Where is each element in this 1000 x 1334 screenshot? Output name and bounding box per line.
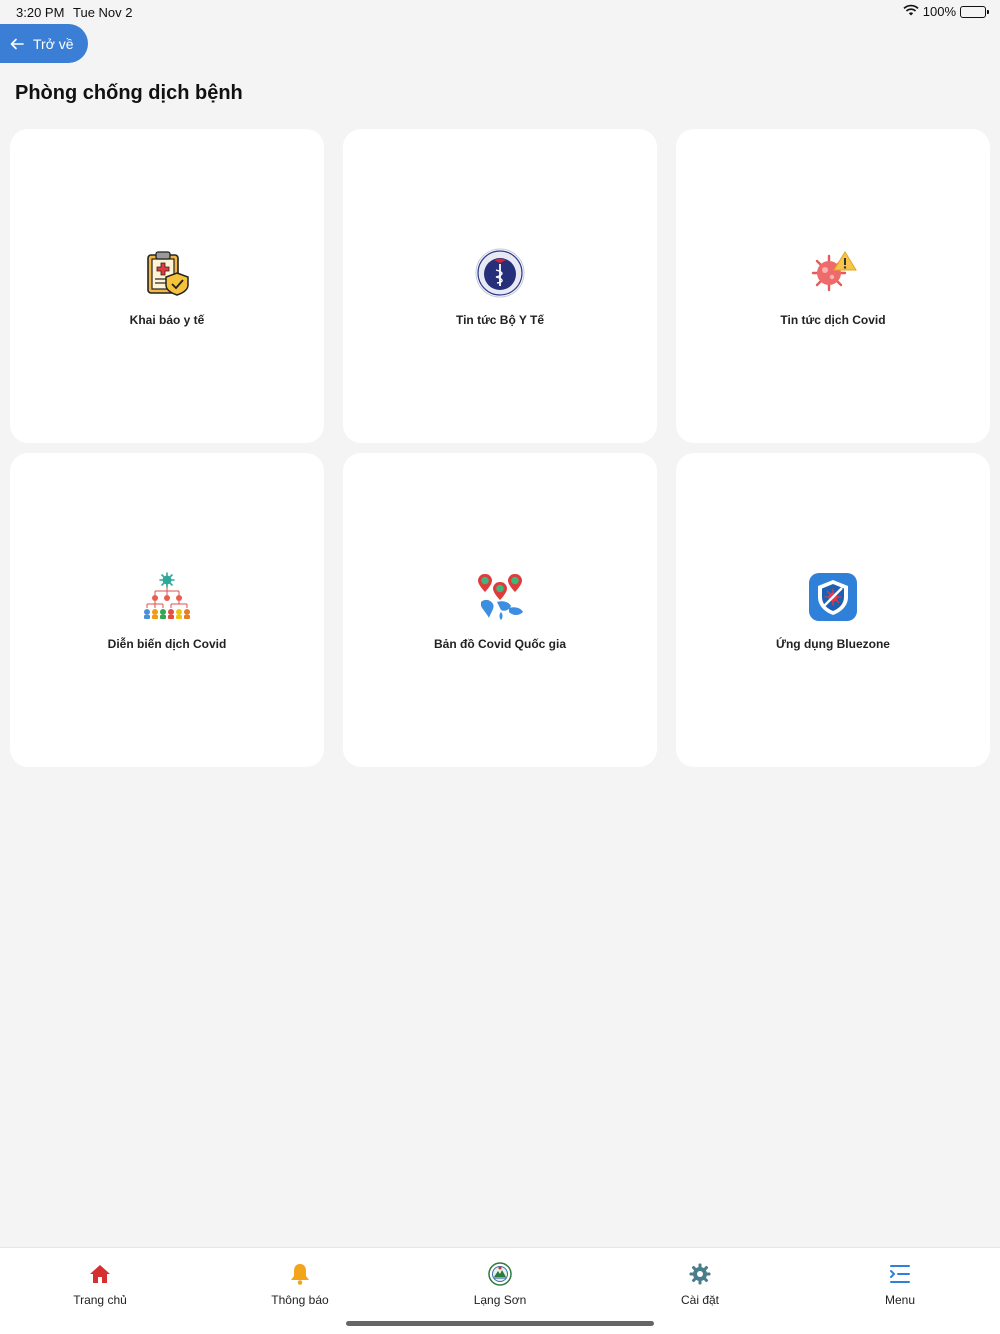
card-ung-dung-bluezone[interactable]: Ứng dụng Bluezone <box>676 453 990 767</box>
arrow-left-icon <box>10 38 24 50</box>
home-icon <box>88 1262 112 1286</box>
nav-item-lang-son[interactable]: Lạng Sơn <box>440 1262 560 1307</box>
back-label: Trở về <box>33 35 74 52</box>
card-label: Diễn biến dịch Covid <box>107 636 227 651</box>
back-button[interactable]: Trở về <box>0 24 88 63</box>
card-label: Ứng dụng Bluezone <box>776 636 890 651</box>
nav-label: Thông báo <box>271 1293 329 1307</box>
covid-warning-icon <box>808 248 858 298</box>
battery-icon <box>960 5 989 18</box>
status-bar: 3:20 PM Tue Nov 2 100% <box>0 0 1000 24</box>
card-ban-do-covid-quoc-gia[interactable]: Bản đồ Covid Quốc gia <box>343 453 657 767</box>
home-indicator <box>346 1321 654 1326</box>
status-date: Tue Nov 2 <box>73 5 133 20</box>
bell-icon <box>288 1262 312 1286</box>
card-tin-tuc-bo-y-te[interactable]: Tin tức Bộ Y Tế <box>343 129 657 443</box>
nav-label: Menu <box>884 1293 916 1307</box>
lang-son-emblem-icon <box>488 1262 512 1286</box>
wifi-icon <box>903 4 919 19</box>
nav-item-cai-dat[interactable]: Cài đặt <box>640 1262 760 1307</box>
covid-tree-icon <box>142 571 192 622</box>
card-label: Bản đồ Covid Quốc gia <box>433 636 566 651</box>
ministry-of-health-icon <box>475 248 525 298</box>
covid-map-icon <box>475 572 525 622</box>
menu-icon <box>888 1262 912 1286</box>
nav-label: Cài đặt <box>680 1293 720 1307</box>
nav-item-trang-chu[interactable]: Trang chủ <box>40 1262 160 1307</box>
card-tin-tuc-dich-covid[interactable]: Tin tức dịch Covid <box>676 129 990 443</box>
status-time: 3:20 PM <box>16 5 65 20</box>
bluezone-shield-icon <box>808 572 858 622</box>
nav-item-thong-bao[interactable]: Thông báo <box>240 1262 360 1307</box>
status-indicators: 100% <box>903 4 989 19</box>
card-khai-bao-y-te[interactable]: Khai báo y tế <box>10 129 324 443</box>
card-dien-bien-dich-covid[interactable]: Diễn biến dịch Covid <box>10 453 324 767</box>
medical-declaration-icon <box>142 248 192 298</box>
nav-label: Trang chủ <box>73 1293 127 1307</box>
nav-label: Lạng Sơn <box>473 1293 527 1307</box>
card-label: Tin tức Bộ Y Tế <box>455 312 545 327</box>
card-label: Tin tức dịch Covid <box>780 312 886 327</box>
gear-icon <box>688 1262 712 1286</box>
battery-percent: 100% <box>922 4 956 19</box>
card-label: Khai báo y tế <box>129 312 205 327</box>
nav-item-menu[interactable]: Menu <box>840 1262 960 1307</box>
page-title: Phòng chống dịch bệnh <box>15 82 243 104</box>
